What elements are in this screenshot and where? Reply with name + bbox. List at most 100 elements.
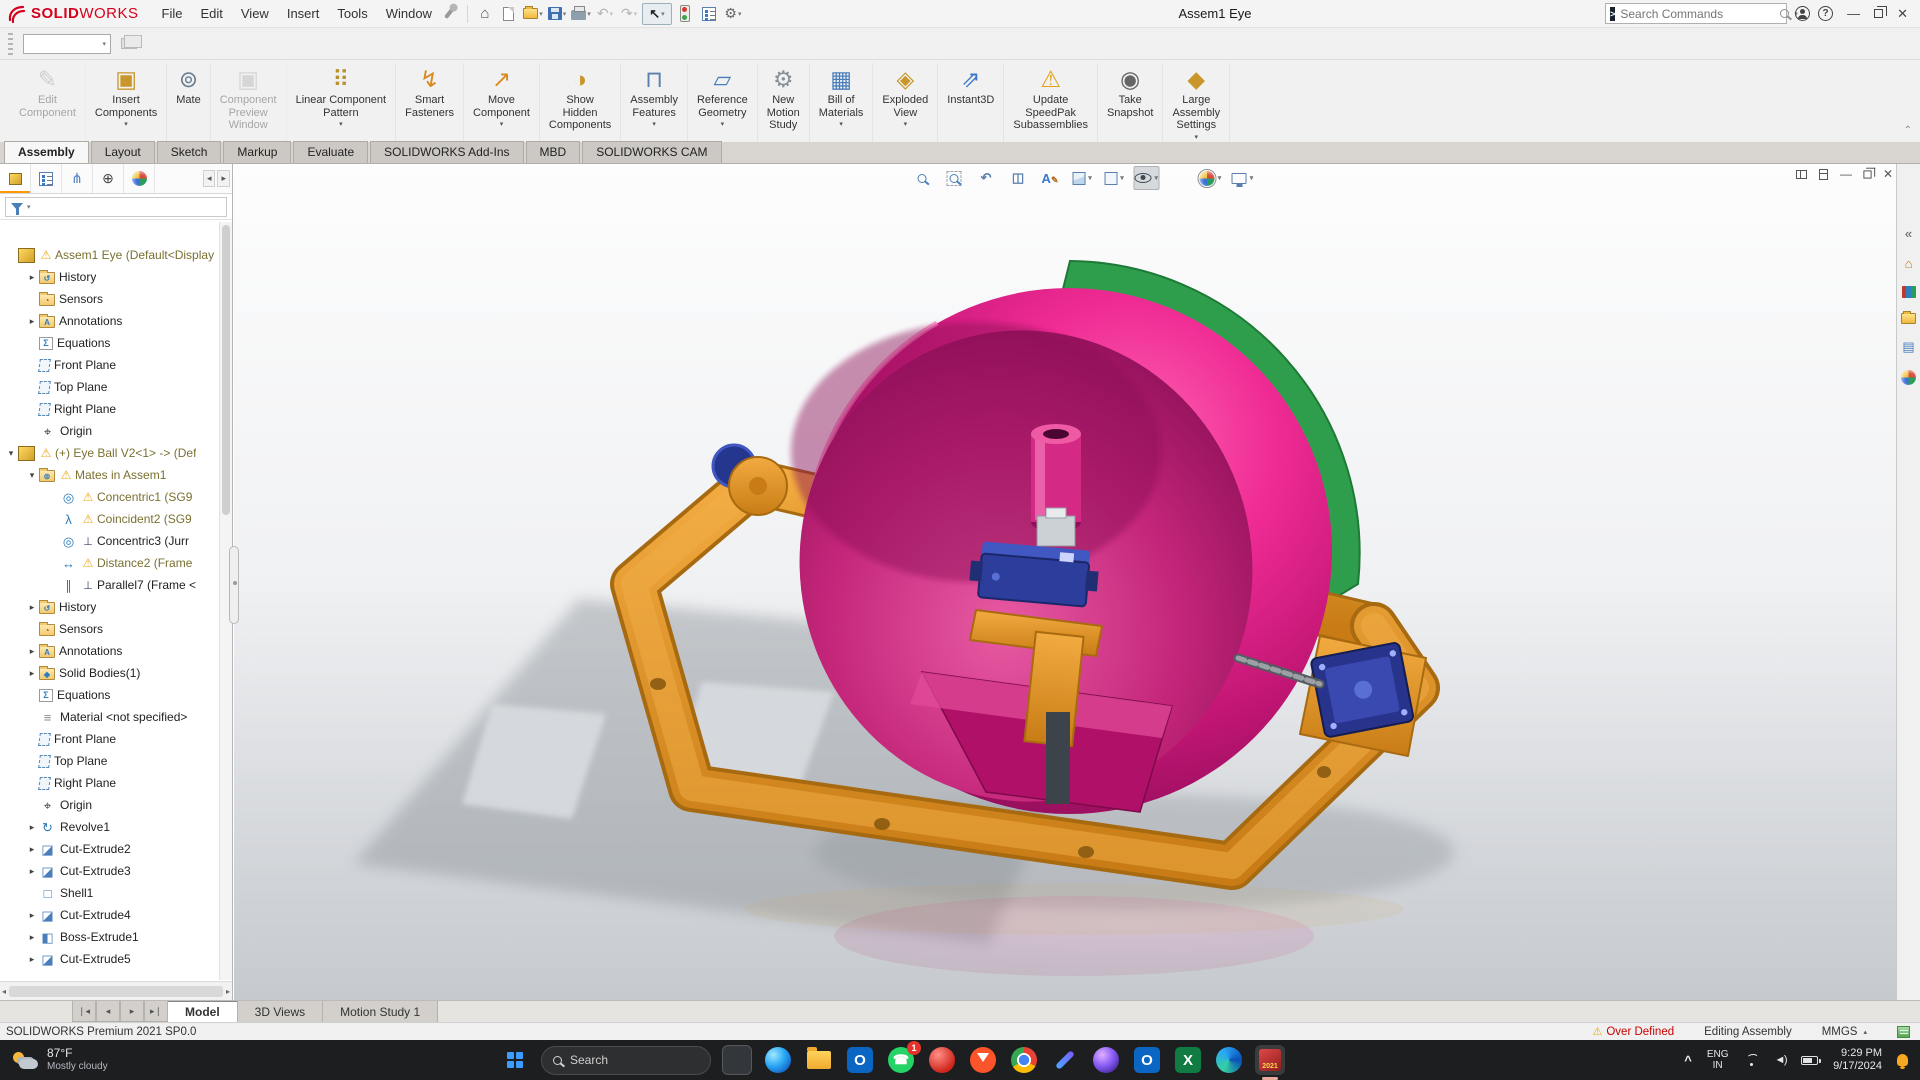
menu-file[interactable]: File — [153, 2, 192, 25]
panel-horizontal-scrollbar[interactable]: ◂ ▸ — [0, 981, 232, 1000]
tree-item[interactable]: ◎⊥Concentric3 (Jurr — [0, 530, 219, 552]
wifi-icon[interactable] — [1744, 1054, 1760, 1066]
right-servo[interactable] — [1310, 642, 1414, 738]
expander-closed-icon[interactable]: ▸ — [25, 954, 39, 965]
tree-item[interactable]: ▸AAnnotations — [0, 310, 219, 332]
taskbar-app-solidworks[interactable]: 2021 — [1255, 1045, 1285, 1075]
tree-item[interactable]: ▸◪Cut-Extrude5 — [0, 948, 219, 970]
expander-closed-icon[interactable]: ▸ — [25, 668, 39, 679]
next-sheet-icon[interactable]: ▸ — [120, 1001, 144, 1022]
panel-splitter-handle[interactable] — [229, 546, 239, 624]
expander-closed-icon[interactable]: ▸ — [25, 822, 39, 833]
ribbon-smart-fasteners-button[interactable]: ↯SmartFasteners — [396, 63, 464, 142]
tree-item[interactable]: ∥⊥Parallel7 (Frame < — [0, 574, 219, 596]
tree-item[interactable]: □Shell1 — [0, 882, 219, 904]
dropdown-caret[interactable]: ▾ — [839, 120, 843, 128]
expander-closed-icon[interactable]: ▸ — [25, 910, 39, 921]
ribbon-take-snapshot-button[interactable]: ◉TakeSnapshot — [1098, 63, 1163, 142]
save-button[interactable]: ▾ — [546, 3, 568, 25]
expander-closed-icon[interactable]: ▸ — [25, 844, 39, 855]
undo-button[interactable]: ↶▾ — [594, 3, 616, 25]
tree-item[interactable]: Top Plane — [0, 376, 219, 398]
taskbar-app-media-pen[interactable] — [1050, 1045, 1080, 1075]
battery-icon[interactable] — [1801, 1056, 1818, 1065]
dropdown-caret[interactable]: ▾ — [500, 120, 504, 128]
status-tag-icon[interactable] — [1897, 1026, 1910, 1038]
taskbar-app-outlook-2[interactable]: O — [1132, 1045, 1162, 1075]
tree-item[interactable]: ◎⚠Concentric1 (SG9 — [0, 486, 219, 508]
collapse-chevrons-button[interactable]: « — [1905, 226, 1912, 241]
edit-appearance-button[interactable] — [1166, 166, 1191, 190]
tree-item[interactable]: ▾⊚⚠Mates in Assem1 — [0, 464, 219, 486]
dropdown-caret[interactable]: ▾ — [1120, 174, 1124, 182]
menu-edit[interactable]: Edit — [191, 2, 231, 25]
taskbar-app-window[interactable] — [722, 1045, 752, 1075]
sheet-tab-model[interactable]: Model — [168, 1001, 238, 1022]
view-settings-button[interactable]: ▾ — [1230, 166, 1255, 190]
tree-item[interactable]: ΣEquations — [0, 684, 219, 706]
taskbar-app-chrome[interactable] — [1009, 1045, 1039, 1075]
tree-item[interactable]: ▸↺History — [0, 596, 219, 618]
dropdown-caret[interactable]: ▾ — [738, 10, 742, 18]
account-icon[interactable] — [1795, 6, 1810, 21]
ribbon-new-motion-study-button[interactable]: ⚙NewMotionStudy — [758, 63, 810, 142]
dropdown-caret[interactable]: ▾ — [27, 203, 31, 211]
notification-bell-icon[interactable] — [1897, 1054, 1908, 1066]
ribbon-update-speedpak-subassemblies-button[interactable]: ⚠UpdateSpeedPakSubassemblies — [1004, 63, 1098, 142]
tab-markup[interactable]: Markup — [223, 141, 291, 163]
expander-open-icon[interactable]: ▾ — [4, 448, 18, 459]
menu-tools[interactable]: Tools — [328, 2, 376, 25]
dropdown-caret[interactable]: ▾ — [1195, 133, 1199, 141]
tray-chevron-icon[interactable]: ^ — [1684, 1053, 1692, 1068]
toolbar-grip[interactable] — [8, 33, 13, 55]
language-indicator[interactable]: ENGIN — [1707, 1049, 1729, 1071]
taskbar-app-brave[interactable] — [968, 1045, 998, 1075]
tab-property-manager[interactable] — [31, 164, 62, 193]
first-sheet-icon[interactable]: ❘◂ — [72, 1001, 96, 1022]
dropdown-caret[interactable]: ▾ — [587, 10, 591, 18]
doc-restore-icon[interactable] — [1863, 170, 1871, 178]
ribbon-exploded-view-button[interactable]: ◈ExplodedView▾ — [873, 63, 938, 142]
options-button[interactable]: ⚙▾ — [722, 3, 744, 25]
ribbon-assembly-features-button[interactable]: ⊓AssemblyFeatures▾ — [621, 63, 688, 142]
tree-item[interactable]: ⌖Origin — [0, 420, 219, 442]
taskbar-app-whatsapp[interactable]: ☎1 — [886, 1045, 916, 1075]
dropdown-caret[interactable]: ▾ — [1250, 174, 1254, 182]
dropdown-caret[interactable]: ▾ — [1218, 174, 1222, 182]
help-icon[interactable]: ? — [1818, 6, 1833, 21]
tree-item[interactable]: ▸◪Cut-Extrude2 — [0, 838, 219, 860]
scrollbar-thumb[interactable] — [222, 225, 230, 515]
section-view-button[interactable]: ◫ — [1006, 166, 1031, 190]
search-icon[interactable] — [1780, 9, 1789, 18]
tree-item[interactable]: ΣEquations — [0, 332, 219, 354]
dropdown-caret[interactable]: ▾ — [339, 120, 343, 128]
tab-evaluate[interactable]: Evaluate — [293, 141, 368, 163]
sheet-tab-3d-views[interactable]: 3D Views — [238, 1001, 323, 1022]
ribbon-large-assembly-settings-button[interactable]: ◆LargeAssemblySettings▾ — [1163, 63, 1230, 142]
minimize-button[interactable]: — — [1841, 6, 1866, 21]
volume-icon[interactable]: ◄) — [1775, 1054, 1787, 1066]
close-button[interactable]: ✕ — [1891, 6, 1914, 22]
scroll-left-icon[interactable]: ◂ — [203, 170, 216, 187]
tab-solidworks-cam[interactable]: SOLIDWORKS CAM — [582, 141, 721, 163]
tree-item[interactable]: ◔Sensors — [0, 618, 219, 640]
display-style-button[interactable]: ▾ — [1102, 166, 1127, 190]
expander-closed-icon[interactable]: ▸ — [25, 602, 39, 613]
tree-filter-field[interactable]: ▾ — [5, 197, 227, 217]
rebuild-button[interactable] — [674, 3, 696, 25]
home-button[interactable]: ⌂ — [474, 3, 496, 25]
tab-sketch[interactable]: Sketch — [157, 141, 222, 163]
taskbar-app-globe[interactable] — [1091, 1045, 1121, 1075]
dropdown-caret[interactable]: ▾ — [124, 120, 128, 128]
scroll-right-icon[interactable]: ▸ — [217, 170, 230, 187]
prev-sheet-icon[interactable]: ◂ — [96, 1001, 120, 1022]
previous-view-button[interactable]: ↶ — [974, 166, 999, 190]
file-properties-button[interactable] — [698, 3, 720, 25]
tree-item[interactable]: Front Plane — [0, 728, 219, 750]
dropdown-caret[interactable]: ▾ — [661, 10, 665, 18]
menu-window[interactable]: Window — [377, 2, 441, 25]
dropdown-caret[interactable]: ▾ — [721, 120, 725, 128]
apply-scene-button[interactable]: ▾ — [1198, 166, 1223, 190]
expander-closed-icon[interactable]: ▸ — [25, 646, 39, 657]
tab-configuration-manager[interactable]: ⋔ — [62, 164, 93, 193]
